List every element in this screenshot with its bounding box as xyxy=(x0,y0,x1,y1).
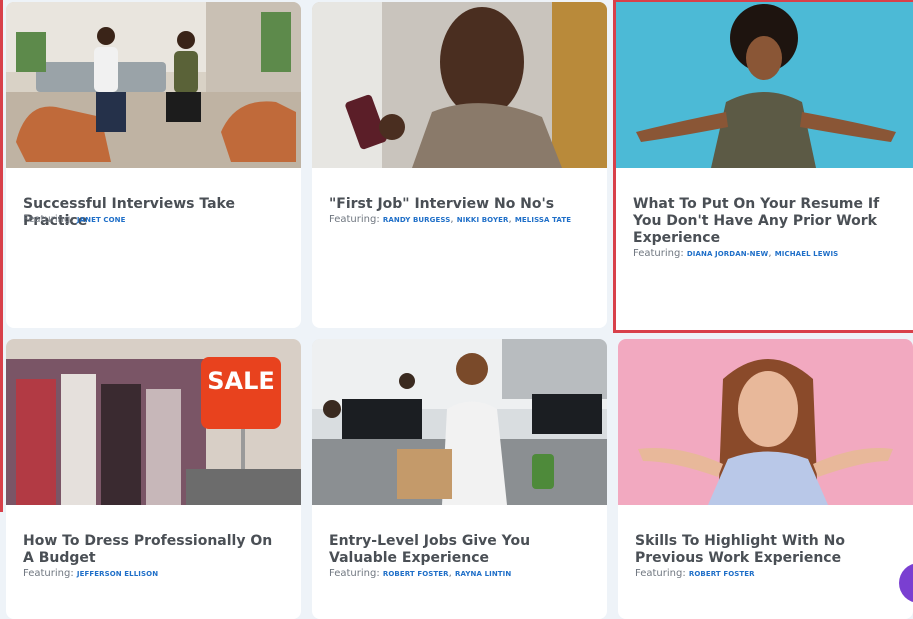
person-link[interactable]: JEFFERSON ELLISON xyxy=(77,570,158,578)
article-title[interactable]: Skills To Highlight With No Previous Wor… xyxy=(635,533,899,567)
article-card[interactable]: Entry-Level Jobs Give You Valuable Exper… xyxy=(312,339,607,619)
person-link[interactable]: NIKKI BOYER xyxy=(457,216,509,224)
article-title[interactable]: Entry-Level Jobs Give You Valuable Exper… xyxy=(329,533,593,567)
featuring-label: Featuring: xyxy=(329,568,380,579)
article-title[interactable]: What To Put On Your Resume If You Don't … xyxy=(633,196,899,247)
featuring-line: Featuring: JANET CONE xyxy=(23,214,291,225)
article-card[interactable]: Successful Interviews Take Practice Feat… xyxy=(6,2,301,328)
featuring-label: Featuring: xyxy=(23,214,74,225)
featuring-line: Featuring: ROBERT FOSTER xyxy=(635,568,903,579)
article-title[interactable]: "First Job" Interview No No's xyxy=(329,196,593,213)
article-thumbnail[interactable] xyxy=(616,2,913,168)
featuring-line: Featuring: DIANA JORDAN-NEW, MICHAEL LEW… xyxy=(633,248,839,259)
sale-sign-text: SALE xyxy=(207,367,275,395)
article-thumbnail[interactable] xyxy=(6,2,301,168)
article-thumbnail[interactable] xyxy=(618,339,913,505)
article-card-highlighted[interactable]: What To Put On Your Resume If You Don't … xyxy=(613,0,913,333)
person-link[interactable]: MICHAEL LEWIS xyxy=(775,250,839,258)
featuring-label: Featuring: xyxy=(23,568,74,579)
article-thumbnail[interactable] xyxy=(312,2,607,168)
featuring-line: Featuring: JEFFERSON ELLISON xyxy=(23,568,291,579)
selection-accent-bar xyxy=(0,0,3,512)
article-card[interactable]: SALE How To Dress Professionally On A Bu… xyxy=(6,339,301,619)
article-thumbnail[interactable]: SALE xyxy=(6,339,301,505)
person-link[interactable]: RANDY BURGESS xyxy=(383,216,450,224)
article-card[interactable]: "First Job" Interview No No's Featuring:… xyxy=(312,2,607,328)
person-link[interactable]: RAYNA LINTIN xyxy=(455,570,511,578)
person-link[interactable]: ROBERT FOSTER xyxy=(689,570,755,578)
featuring-label: Featuring: xyxy=(635,568,686,579)
article-title[interactable]: How To Dress Professionally On A Budget xyxy=(23,533,287,567)
featuring-line: Featuring: RANDY BURGESS, NIKKI BOYER, M… xyxy=(329,214,572,225)
person-link[interactable]: DIANA JORDAN-NEW xyxy=(687,250,768,258)
featuring-label: Featuring: xyxy=(329,214,380,225)
person-link[interactable]: ROBERT FOSTER xyxy=(383,570,449,578)
person-link[interactable]: JANET CONE xyxy=(77,216,126,224)
featuring-line: Featuring: ROBERT FOSTER, RAYNA LINTIN xyxy=(329,568,512,579)
featuring-label: Featuring: xyxy=(633,248,684,259)
article-thumbnail[interactable] xyxy=(312,339,607,505)
article-card[interactable]: Skills To Highlight With No Previous Wor… xyxy=(618,339,913,619)
person-link[interactable]: MELISSA TATE xyxy=(515,216,571,224)
